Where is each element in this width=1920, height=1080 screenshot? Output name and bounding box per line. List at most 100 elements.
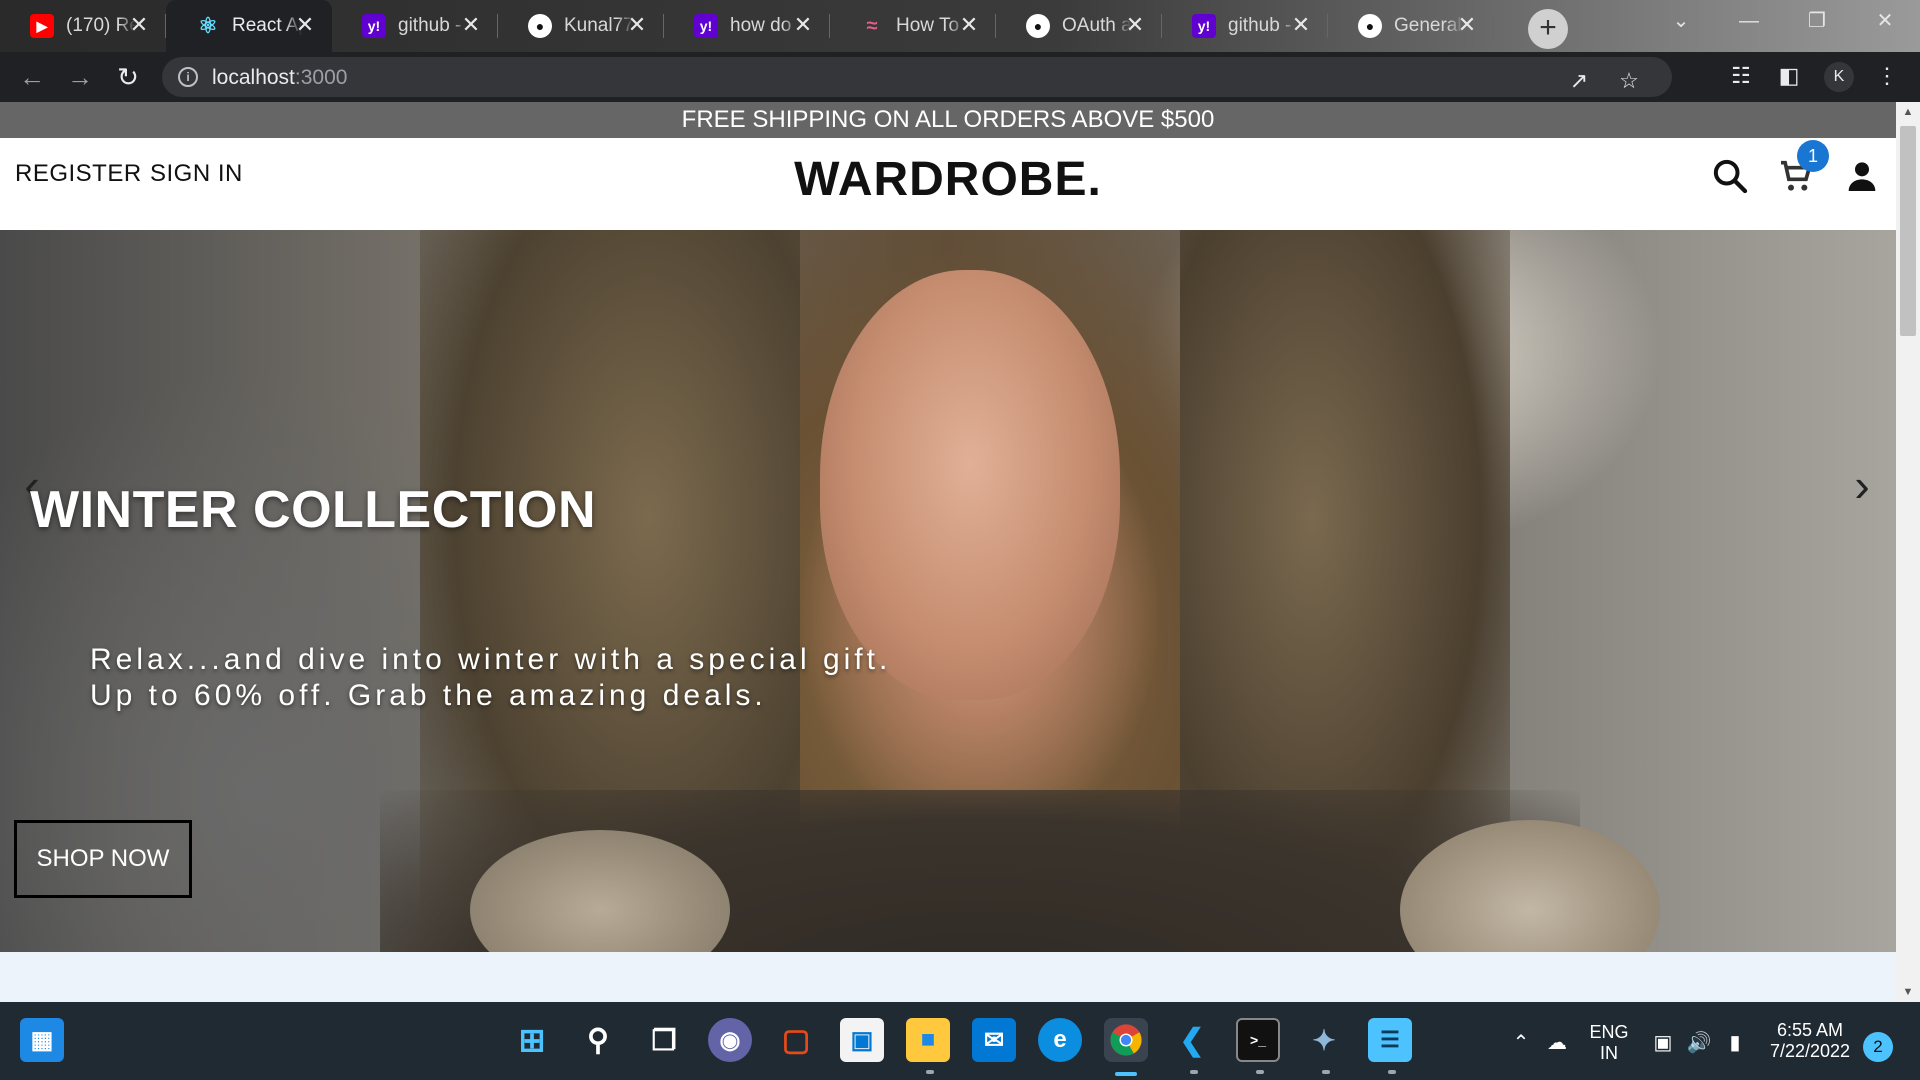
- page-scrollbar[interactable]: ▲ ▼: [1896, 102, 1920, 1002]
- start-icon[interactable]: ⊞: [510, 1018, 554, 1062]
- shop-now-button[interactable]: SHOP NOW: [14, 820, 192, 898]
- hero-title: WINTER COLLECTION: [30, 481, 597, 539]
- tab-yahoo-how-do[interactable]: y! how do ✕: [664, 0, 830, 52]
- close-tab-icon[interactable]: ✕: [790, 12, 816, 38]
- tab-how-to[interactable]: ≈ How To ✕: [830, 0, 996, 52]
- yahoo-icon: y!: [362, 14, 386, 38]
- new-tab-button[interactable]: +: [1528, 9, 1568, 49]
- tab-youtube[interactable]: ▶ (170) Re ✕: [0, 0, 166, 52]
- terminal-icon[interactable]: >_: [1236, 1018, 1280, 1062]
- search-icon[interactable]: [1710, 156, 1750, 196]
- tab-oauth[interactable]: ● OAuth a ✕: [996, 0, 1162, 52]
- close-tab-icon[interactable]: ✕: [1454, 12, 1480, 38]
- network-icon[interactable]: ▣: [1650, 1030, 1676, 1056]
- close-tab-icon[interactable]: ✕: [1122, 12, 1148, 38]
- store-icon[interactable]: ▣: [840, 1018, 884, 1062]
- running-indicator: [1190, 1070, 1198, 1074]
- scroll-thumb[interactable]: [1900, 126, 1916, 336]
- react-icon: ⚛: [198, 13, 218, 38]
- url-text[interactable]: localhost:3000: [212, 66, 347, 90]
- scroll-up-icon[interactable]: ▲: [1896, 102, 1920, 122]
- tab-yahoo-github[interactable]: y! github - ✕: [332, 0, 498, 52]
- hero-model-image: [820, 270, 1120, 700]
- announcement-bar: FREE SHIPPING ON ALL ORDERS ABOVE $500: [0, 102, 1896, 138]
- minimize-button[interactable]: —: [1716, 0, 1782, 44]
- url-port: :3000: [294, 66, 348, 89]
- vscode-icon[interactable]: ❮: [1170, 1018, 1214, 1062]
- clock[interactable]: 6:55 AM 7/22/2022: [1762, 1020, 1858, 1062]
- task-view-icon[interactable]: ❐: [642, 1018, 686, 1062]
- mail-icon[interactable]: ✉: [972, 1018, 1016, 1062]
- edge-icon[interactable]: e: [1038, 1018, 1082, 1062]
- tab-strip: ▶ (170) Re ✕ ⚛ React Ap ✕ y! github - ✕ …: [0, 0, 1920, 52]
- close-window-button[interactable]: ✕: [1852, 0, 1918, 44]
- hero-slider: ‹ › WINTER COLLECTION Relax...and dive i…: [0, 230, 1896, 952]
- site-info-icon[interactable]: i: [178, 67, 198, 87]
- youtube-icon: ▶: [30, 14, 54, 38]
- hero-description: Relax...and dive into winter with a spec…: [90, 642, 990, 714]
- search-taskbar-icon[interactable]: ⚲: [576, 1018, 620, 1062]
- hero-description-line: Relax...and dive into winter with a spec…: [90, 643, 892, 676]
- close-tab-icon[interactable]: ✕: [458, 12, 484, 38]
- github-icon: ●: [1358, 14, 1382, 38]
- forward-icon[interactable]: →: [62, 59, 98, 95]
- scroll-down-icon[interactable]: ▼: [1896, 982, 1920, 1002]
- profile-avatar[interactable]: K: [1824, 62, 1854, 92]
- close-tab-icon[interactable]: ✕: [624, 12, 650, 38]
- language-code: ENG: [1589, 1022, 1629, 1042]
- next-section: [0, 952, 1896, 1002]
- reload-icon[interactable]: ↻: [110, 59, 146, 95]
- account-icon[interactable]: [1842, 156, 1882, 196]
- chrome-icon[interactable]: [1104, 1018, 1148, 1062]
- notepad-icon[interactable]: ☰: [1368, 1018, 1412, 1062]
- running-indicator: [1322, 1070, 1330, 1074]
- bookmark-star-icon[interactable]: ☆: [1612, 64, 1646, 98]
- tab-react-app[interactable]: ⚛ React Ap ✕: [166, 0, 332, 52]
- active-app-indicator: [1115, 1072, 1137, 1076]
- url-host: localhost: [212, 66, 295, 89]
- browser-toolbar: ← → ↻ i localhost:3000 ↗ ☆ ☷ ◧ K ⋮: [0, 52, 1920, 102]
- keyboard-region: IN: [1600, 1043, 1618, 1063]
- teams-chat-icon[interactable]: ◉: [708, 1018, 752, 1062]
- side-panel-icon[interactable]: ◧: [1772, 59, 1806, 93]
- site-logo[interactable]: WARDROBE.: [0, 152, 1896, 207]
- running-indicator: [926, 1070, 934, 1074]
- cart-count-badge: 1: [1797, 140, 1829, 172]
- language-indicator[interactable]: ENG IN: [1580, 1022, 1638, 1064]
- slider-next-arrow[interactable]: ›: [1842, 450, 1882, 520]
- office-icon[interactable]: ▢: [774, 1018, 818, 1062]
- browser-menu-icon[interactable]: ⋮: [1870, 59, 1904, 93]
- address-bar[interactable]: i localhost:3000 ↗ ☆: [162, 57, 1672, 97]
- tab-kunal-github[interactable]: ● Kunal77 ✕: [498, 0, 664, 52]
- windows-taskbar: ▦ ⊞ ⚲ ❐ ◉ ▢ ▣ ■ ✉ e ❮ >_ ✦ ☰ ⌃ ☁ ENG IN …: [0, 1002, 1920, 1080]
- github-icon: ●: [1026, 14, 1050, 38]
- close-tab-icon[interactable]: ✕: [956, 12, 982, 38]
- bird-app-icon[interactable]: ✦: [1302, 1018, 1346, 1062]
- back-icon[interactable]: ←: [14, 59, 50, 95]
- share-icon[interactable]: ↗: [1562, 64, 1596, 98]
- stackoverflow-icon: ≈: [866, 14, 878, 37]
- github-icon: ●: [528, 14, 552, 38]
- tab-search-icon[interactable]: ⌄: [1648, 0, 1714, 44]
- hero-description-line: Up to 60% off. Grab the amazing deals.: [90, 679, 767, 712]
- site-header: REGISTER SIGN IN WARDROBE. 1: [0, 138, 1896, 230]
- running-indicator: [1388, 1070, 1396, 1074]
- file-explorer-icon[interactable]: ■: [906, 1018, 950, 1062]
- close-tab-icon[interactable]: ✕: [126, 12, 152, 38]
- extensions-icon[interactable]: ☷: [1724, 59, 1758, 93]
- yahoo-icon: y!: [694, 14, 718, 38]
- tab-yahoo-github-2[interactable]: y! github - ✕: [1162, 0, 1328, 52]
- battery-icon[interactable]: ▮: [1722, 1030, 1748, 1056]
- yahoo-icon: y!: [1192, 14, 1216, 38]
- volume-icon[interactable]: 🔊: [1686, 1030, 1712, 1056]
- onedrive-icon[interactable]: ☁: [1544, 1030, 1570, 1056]
- close-tab-icon[interactable]: ✕: [292, 12, 318, 38]
- tab-general[interactable]: ● General ✕: [1328, 0, 1494, 52]
- tab-list: ▶ (170) Re ✕ ⚛ React Ap ✕ y! github - ✕ …: [0, 0, 1494, 52]
- clock-date: 7/22/2022: [1769, 1041, 1851, 1061]
- widgets-icon[interactable]: ▦: [20, 1018, 64, 1062]
- notification-count-badge[interactable]: 2: [1863, 1032, 1893, 1062]
- chevron-up-icon[interactable]: ⌃: [1508, 1030, 1534, 1056]
- close-tab-icon[interactable]: ✕: [1288, 12, 1314, 38]
- restore-button[interactable]: ❐: [1784, 0, 1850, 44]
